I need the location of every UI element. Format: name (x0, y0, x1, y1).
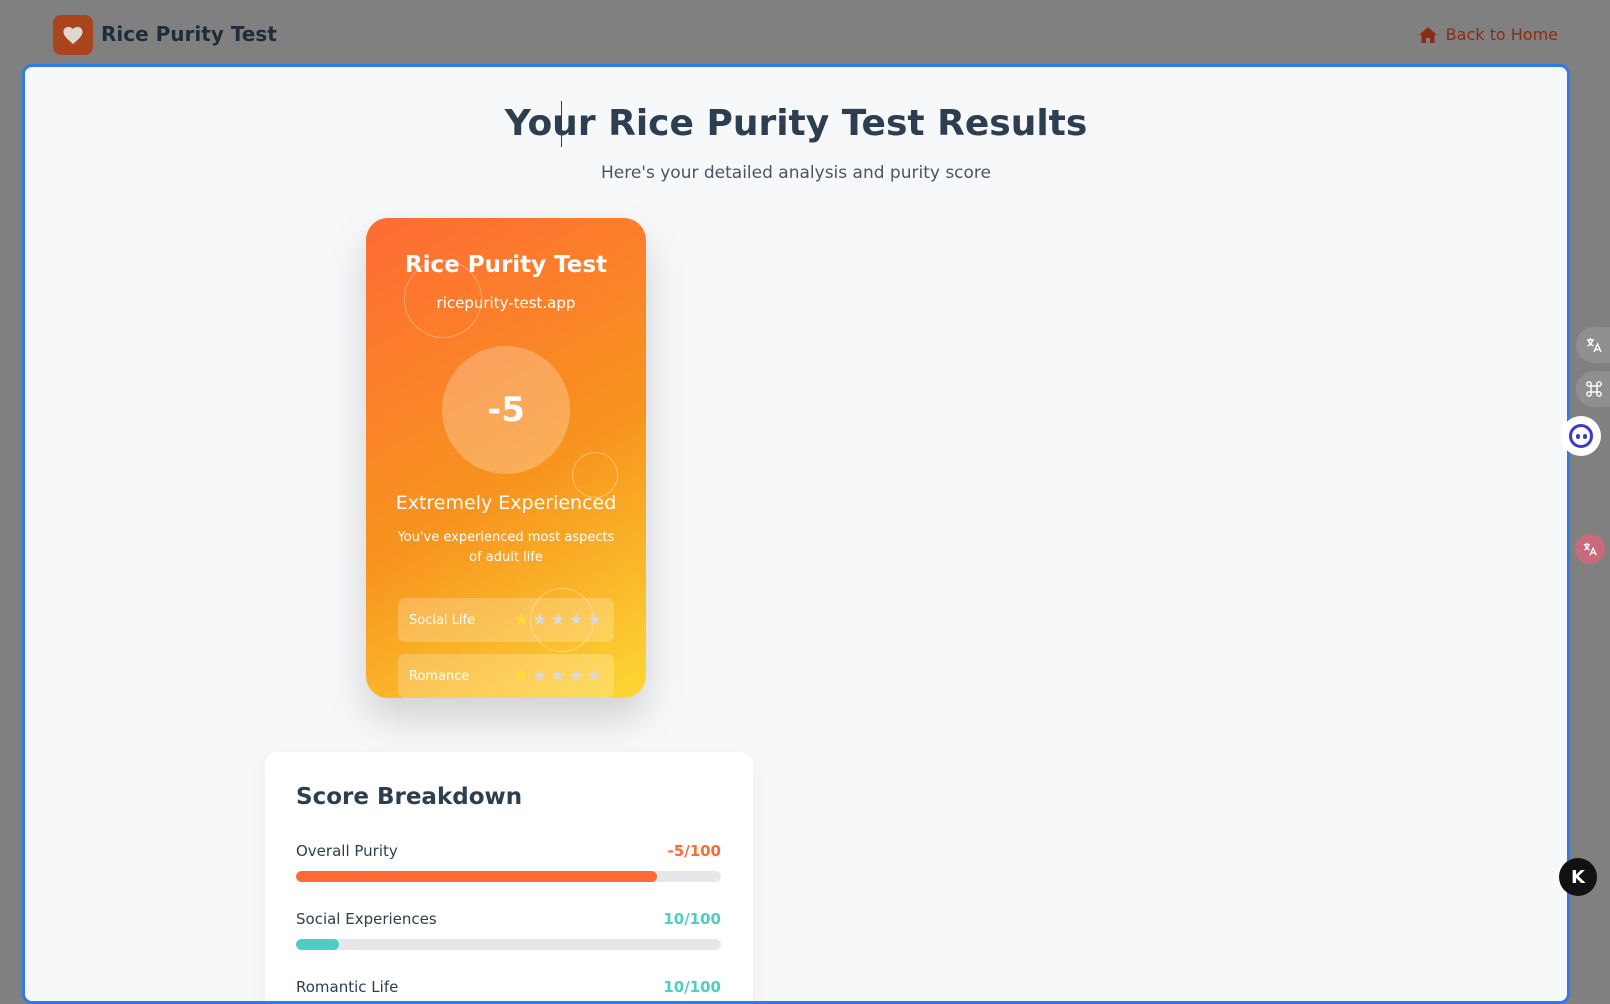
results-modal: Your Rice Purity Test Results Here's you… (22, 64, 1570, 1004)
card-title: Rice Purity Test (404, 252, 608, 278)
star-filled-icon: ★ (513, 665, 529, 686)
top-navbar: Rice Purity Test Back to Home (0, 0, 1610, 70)
brand-name[interactable]: Rice Purity Test (101, 22, 277, 46)
star-empty-icon: ★ (550, 665, 566, 686)
breakdown-value: 10/100 (663, 978, 721, 996)
share-result-card: Rice Purity Test ricepurity-test.app -5 … (366, 218, 646, 698)
star-empty-icon: ★ (568, 665, 584, 686)
assistant-face-icon (1569, 424, 1593, 448)
purity-score: -5 (442, 346, 570, 474)
star-rating: ★ ★ ★ ★ ★ (513, 665, 602, 686)
back-to-home-label: Back to Home (1445, 25, 1558, 44)
breakdown-item-overall-purity: Overall Purity -5/100 (296, 840, 721, 882)
breakdown-label: Romantic Life (296, 978, 399, 996)
breakdown-item-social-experiences: Social Experiences 10/100 (296, 908, 721, 950)
breakdown-value: -5/100 (667, 842, 721, 860)
rating-label: Social Life (409, 612, 476, 628)
star-rating: ★ ★ ★ ★ ★ (513, 609, 602, 630)
star-filled-icon: ★ (513, 609, 529, 630)
purity-level: Extremely Experienced (395, 492, 617, 514)
progress-track (296, 939, 721, 950)
translate-floating-button[interactable] (1575, 534, 1605, 564)
star-empty-icon: ★ (568, 609, 584, 630)
rating-label: Romance (409, 668, 470, 684)
results-title: Your Rice Purity Test Results (504, 103, 1088, 144)
rating-row-romance: Romance ★ ★ ★ ★ ★ (398, 654, 614, 698)
translate-side-button[interactable] (1576, 327, 1610, 363)
star-empty-icon: ★ (550, 609, 566, 630)
breakdown-item-romantic-life: Romantic Life 10/100 (296, 976, 721, 1001)
k-extension-button[interactable]: K (1559, 858, 1597, 896)
purity-level-description: You've experienced most aspects of adult… (397, 530, 615, 565)
star-empty-icon: ★ (586, 665, 602, 686)
assistant-side-button[interactable] (1561, 416, 1601, 456)
heart-logo-icon[interactable] (53, 15, 93, 55)
command-icon (1586, 381, 1602, 397)
breakdown-label: Social Experiences (296, 910, 437, 928)
star-empty-icon: ★ (586, 609, 602, 630)
star-empty-icon: ★ (532, 609, 548, 630)
star-empty-icon: ★ (532, 665, 548, 686)
breakdown-label: Overall Purity (296, 842, 398, 860)
results-subtitle: Here's your detailed analysis and purity… (600, 163, 992, 183)
rating-row-social-life: Social Life ★ ★ ★ ★ ★ (398, 598, 614, 642)
translate-icon (1587, 338, 1602, 353)
back-to-home-link[interactable]: Back to Home (1418, 25, 1558, 44)
progress-track (296, 871, 721, 882)
apps-side-button[interactable] (1576, 371, 1610, 407)
home-icon (1418, 26, 1437, 43)
translate-icon (1583, 542, 1597, 556)
score-breakdown-panel: Score Breakdown Overall Purity -5/100 So… (265, 752, 753, 1001)
score-breakdown-title: Score Breakdown (296, 784, 523, 810)
progress-fill (296, 871, 658, 882)
progress-fill (296, 939, 339, 950)
card-url: ricepurity-test.app (436, 294, 576, 312)
breakdown-value: 10/100 (663, 910, 721, 928)
